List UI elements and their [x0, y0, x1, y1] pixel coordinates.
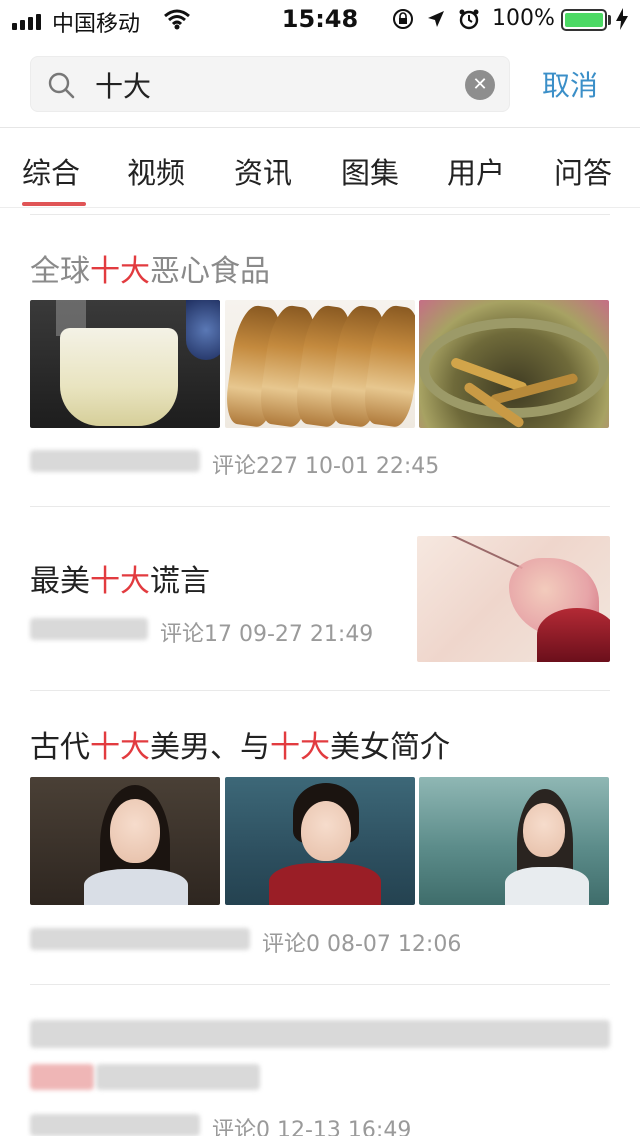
source-name [30, 618, 148, 640]
actress-image-3 [419, 777, 609, 905]
divider [30, 214, 610, 215]
divider [30, 506, 610, 507]
status-bar: 中国移动 15:48 100% [0, 0, 640, 40]
result-meta: 评论0 12-13 16:49 [212, 1118, 412, 1136]
location-arrow-icon [426, 9, 446, 35]
alarm-icon [458, 8, 480, 36]
search-box[interactable]: ✕ [30, 56, 510, 112]
search-input[interactable] [95, 65, 475, 105]
result-meta: 评论17 09-27 21:49 [160, 622, 374, 647]
result-meta: 评论227 10-01 22:45 [212, 454, 440, 479]
actress-image-1 [30, 777, 220, 905]
rotation-lock-icon [392, 8, 414, 36]
source-name [30, 1114, 200, 1136]
blurred-title-line2 [96, 1064, 260, 1090]
tab-comprehensive[interactable]: 综合 [22, 150, 80, 192]
result-title[interactable]: 全球十大恶心食品 [30, 246, 270, 290]
battery-percentage: 100% [492, 6, 555, 31]
tab-gallery[interactable]: 图集 [341, 150, 399, 192]
divider [30, 690, 610, 691]
dried-fish-image [225, 300, 415, 428]
divider [30, 984, 610, 985]
active-tab-indicator [22, 202, 86, 206]
fermented-drink-image [30, 300, 220, 428]
result-meta: 评论0 08-07 12:06 [262, 932, 462, 957]
blurred-highlight [30, 1064, 94, 1090]
charging-bolt-icon [616, 8, 628, 36]
search-icon [47, 71, 75, 103]
source-name [30, 928, 250, 950]
category-tabs: 综合 视频 资讯 图集 用户 问答 [0, 128, 640, 208]
result-title[interactable]: 最美十大谎言 [30, 556, 210, 600]
eels-in-pot-image [419, 300, 609, 428]
source-name [30, 450, 200, 472]
search-header: ✕ 取消 [0, 44, 640, 128]
tab-qa[interactable]: 问答 [554, 150, 612, 192]
tab-users[interactable]: 用户 [447, 150, 505, 192]
tab-video[interactable]: 视频 [127, 150, 185, 192]
actress-image-2 [225, 777, 415, 905]
result-title[interactable]: 古代十大美男、与十大美女简介 [30, 722, 450, 766]
battery-icon [561, 9, 607, 31]
cancel-button[interactable]: 取消 [542, 64, 598, 104]
clear-search-icon[interactable]: ✕ [465, 70, 495, 100]
tab-news[interactable]: 资讯 [234, 150, 292, 192]
blurred-title[interactable] [30, 1020, 610, 1048]
ancient-painting-image [417, 536, 610, 662]
